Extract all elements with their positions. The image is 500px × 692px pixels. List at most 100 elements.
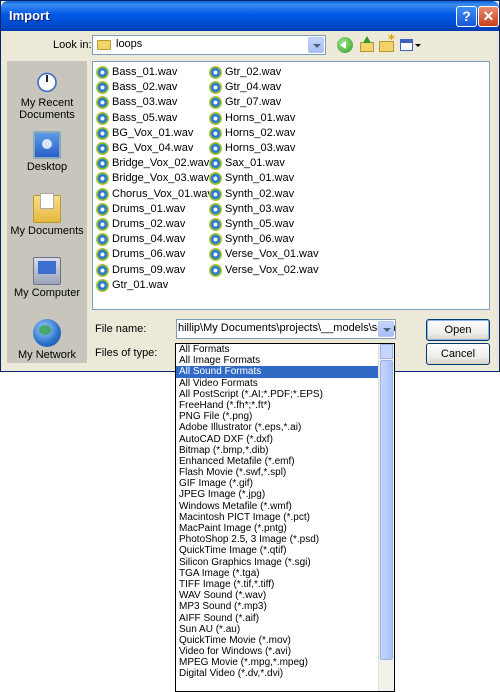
- file-type-option[interactable]: Macintosh PICT Image (*.pct): [176, 512, 379, 523]
- cancel-button[interactable]: Cancel: [426, 343, 490, 365]
- wav-file-icon: [96, 172, 109, 186]
- my-computer-icon: [33, 257, 61, 285]
- file-type-option[interactable]: All Formats: [176, 344, 379, 355]
- file-type-option[interactable]: MP3 Sound (*.mp3): [176, 601, 379, 612]
- chevron-down-icon[interactable]: [308, 37, 324, 53]
- file-type-option[interactable]: Sun AU (*.au): [176, 624, 379, 635]
- wav-file-icon: [209, 111, 222, 125]
- file-type-option[interactable]: TGA Image (*.tga): [176, 568, 379, 579]
- file-name: Horns_01.wav: [225, 111, 296, 124]
- file-name: BG_Vox_04.wav: [112, 142, 194, 154]
- file-name-value: hillip\My Documents\projects\__models\so…: [178, 322, 396, 334]
- file-type-option[interactable]: Enhanced Metafile (*.emf): [176, 456, 379, 467]
- file-type-option[interactable]: Windows Metafile (*.wmf): [176, 501, 379, 512]
- file-name: Gtr_07.wav: [225, 96, 282, 109]
- file-name: Gtr_04.wav: [225, 81, 282, 94]
- place-label: My Recent Documents: [19, 97, 75, 121]
- wav-file-icon: [96, 66, 109, 79]
- wav-file-icon: [209, 126, 222, 140]
- file-type-option[interactable]: PNG File (*.png): [176, 411, 379, 422]
- place-label: My Computer: [13, 287, 81, 299]
- folder-icon: [97, 40, 111, 50]
- file-type-option[interactable]: MPEG Movie (*.mpg,*.mpeg): [176, 657, 379, 668]
- my-network-icon: [33, 319, 61, 347]
- file-type-option[interactable]: All PostScript (*.AI;*.PDF;*.EPS): [176, 389, 379, 400]
- chevron-down-icon[interactable]: [378, 321, 394, 337]
- file-type-option[interactable]: Video for Windows (*.avi): [176, 646, 379, 657]
- wav-file-icon: [96, 278, 109, 292]
- wav-file-icon: [96, 111, 109, 125]
- file-name: Drums_04.wav: [112, 233, 186, 246]
- place-my-recent-documents[interactable]: My Recent Documents: [7, 63, 87, 123]
- file-type-option[interactable]: Silicon Graphics Image (*.sgi): [176, 557, 379, 568]
- file-name: Synth_03.wav: [225, 202, 295, 215]
- scrollbar-thumb[interactable]: [380, 360, 393, 660]
- file-name: Horns_02.wav: [225, 126, 296, 139]
- file-name: Synth_02.wav: [225, 187, 295, 200]
- file-name: Horns_03.wav: [225, 142, 296, 154]
- wav-file-icon: [209, 263, 222, 277]
- place-my-documents[interactable]: My Documents: [7, 191, 87, 251]
- place-label: My Documents: [10, 225, 84, 237]
- wav-file-icon: [209, 66, 222, 79]
- file-type-option[interactable]: PhotoShop 2.5, 3 Image (*.psd): [176, 534, 379, 545]
- wav-file-icon: [96, 96, 109, 110]
- file-name: Synth_01.wav: [225, 172, 295, 185]
- views-menu-icon[interactable]: [399, 36, 421, 54]
- file-type-option[interactable]: QuickTime Image (*.qtif): [176, 545, 379, 556]
- file-type-option[interactable]: Flash Movie (*.swf,*.spl): [176, 467, 379, 478]
- wav-file-icon: [96, 202, 109, 216]
- file-type-option[interactable]: FreeHand (*.fh*;*.ft*): [176, 400, 379, 411]
- file-type-option[interactable]: All Video Formats: [176, 378, 379, 389]
- wav-file-icon: [209, 142, 222, 155]
- recent-documents-icon: [33, 67, 61, 95]
- files-of-type-label: Files of type:: [95, 347, 158, 359]
- file-type-option[interactable]: GIF Image (*.gif): [176, 478, 379, 489]
- file-type-option[interactable]: All Image Formats: [176, 355, 379, 366]
- file-type-option[interactable]: AutoCAD DXF (*.dxf): [176, 434, 379, 445]
- file-list[interactable]: Bass_01.wav Bass_02.wav Bass_03.wav Bass_05…: [92, 61, 490, 310]
- file-name: BG_Vox_01.wav: [112, 126, 194, 139]
- file-type-option[interactable]: QuickTime Movie (*.mov): [176, 635, 379, 646]
- wav-file-icon: [209, 172, 222, 186]
- help-button[interactable]: ?: [456, 6, 477, 27]
- file-name: Drums_09.wav: [112, 263, 186, 276]
- file-name: Bridge_Vox_02.wav: [112, 157, 210, 170]
- file-type-option[interactable]: AIFF Sound (*.aif): [176, 613, 379, 624]
- import-dialog: Import ? ✕ Look in: loops My Recent Docu…: [0, 0, 500, 372]
- file-name: Bass_01.wav: [112, 66, 178, 78]
- wav-file-icon: [96, 157, 109, 171]
- up-folder-icon[interactable]: [358, 36, 376, 54]
- look-in-label: Look in:: [53, 39, 92, 51]
- file-type-option[interactable]: JPEG Image (*.jpg): [176, 489, 379, 500]
- file-type-option[interactable]: WAV Sound (*.wav): [176, 590, 379, 601]
- place-my-network[interactable]: My Network: [7, 315, 87, 375]
- wav-file-icon: [96, 263, 109, 277]
- file-type-option[interactable]: Digital Video (*.dv,*.dvi): [176, 668, 379, 679]
- file-name: Sax_01.wav: [225, 157, 285, 170]
- place-desktop[interactable]: Desktop: [7, 127, 87, 187]
- open-button[interactable]: Open: [426, 319, 490, 341]
- file-type-option[interactable]: Adobe Illustrator (*.eps,*.ai): [176, 422, 379, 433]
- place-my-computer[interactable]: My Computer: [7, 253, 87, 313]
- wav-file-icon: [209, 96, 222, 110]
- file-type-option[interactable]: All Sound Formats: [176, 366, 379, 378]
- scroll-up-button[interactable]: [380, 344, 393, 359]
- file-type-option[interactable]: Bitmap (*.bmp,*.dib): [176, 445, 379, 456]
- wav-file-icon: [209, 187, 222, 201]
- wav-file-icon: [96, 126, 109, 140]
- file-name-label: File name:: [95, 323, 147, 335]
- file-name: Drums_01.wav: [112, 202, 186, 215]
- file-name: Drums_06.wav: [112, 248, 186, 261]
- look-in-dropdown[interactable]: loops: [92, 35, 326, 55]
- look-in-value: loops: [116, 38, 143, 50]
- title-bar[interactable]: Import ? ✕: [1, 1, 499, 31]
- file-type-option[interactable]: MacPaint Image (*.pntg): [176, 523, 379, 534]
- scrollbar[interactable]: [378, 344, 394, 691]
- new-folder-icon[interactable]: [378, 33, 396, 54]
- back-icon[interactable]: [336, 36, 354, 54]
- file-type-option[interactable]: TIFF Image (*.tif,*.tiff): [176, 579, 379, 590]
- files-of-type-dropdown-list[interactable]: All Formats All Image Formats All Sound Fo…: [175, 343, 395, 692]
- close-button[interactable]: ✕: [478, 6, 499, 27]
- file-name-input[interactable]: hillip\My Documents\projects\__models\so…: [176, 319, 396, 339]
